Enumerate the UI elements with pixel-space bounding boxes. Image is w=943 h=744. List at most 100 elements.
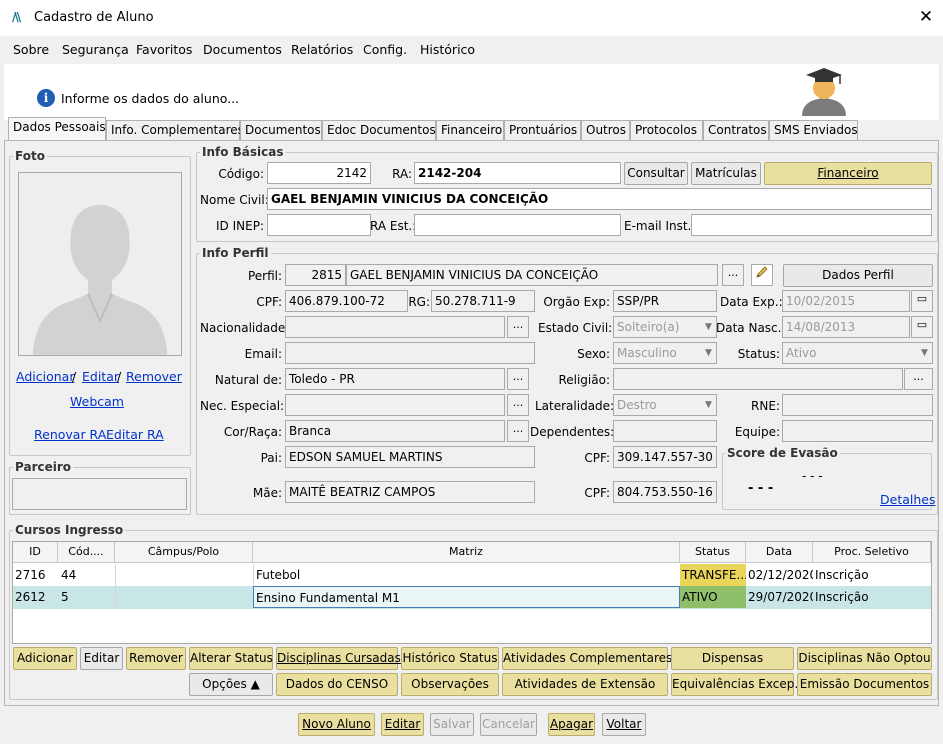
column-header[interactable]: Status (680, 542, 746, 563)
observacoes-button[interactable]: Observações (401, 673, 499, 696)
id-inep-field[interactable] (267, 214, 371, 236)
apagar-button[interactable]: Apagar (548, 713, 595, 736)
rg-label: RG: (408, 295, 430, 309)
pencil-icon[interactable] (751, 264, 773, 286)
tab-contratos[interactable]: Contratos (703, 120, 769, 140)
tab-info-complementares[interactable]: Info. Complementares (106, 120, 244, 140)
menu-favoritos[interactable]: Favoritos (136, 42, 192, 57)
nacionalidade-field[interactable] (285, 316, 505, 338)
alterar-status-button[interactable]: Alterar Status (189, 647, 273, 670)
equipe-field[interactable] (782, 420, 933, 442)
estado-civil-select[interactable]: Solteiro(a) (613, 316, 717, 338)
cpf-mae-field[interactable]: 804.753.550-16 (613, 481, 717, 503)
codigo-field[interactable]: 2142 (267, 162, 371, 184)
lateralidade-select[interactable]: Destro (613, 394, 717, 416)
calendar-icon[interactable]: ▭ (911, 290, 933, 312)
novo-aluno-button[interactable]: Novo Aluno (298, 713, 375, 736)
parceiro-field[interactable] (12, 478, 187, 510)
renovar-ra-link[interactable]: Renovar RA (34, 427, 106, 442)
editar-button[interactable]: Editar (80, 647, 123, 670)
column-header[interactable]: ID (13, 542, 58, 563)
pai-field[interactable]: EDSON SAMUEL MARTINS (285, 446, 535, 468)
orgao-exp-field[interactable]: SSP/PR (613, 290, 717, 312)
dependentes-field[interactable] (613, 420, 717, 442)
pai-label: Pai: (260, 451, 282, 465)
editar-ra-link[interactable]: Editar RA (106, 427, 164, 442)
cor-raca-search-button[interactable]: ... (507, 420, 529, 442)
emissao-documentos-button[interactable]: Emissão Documentos (797, 673, 932, 696)
cpf-pai-field[interactable]: 309.147.557-30 (613, 446, 717, 468)
column-header[interactable]: Câmpus/Polo (115, 542, 253, 563)
rne-field[interactable] (782, 394, 933, 416)
tab-prontuarios[interactable]: Prontuários (504, 120, 581, 140)
menu-relatorios[interactable]: Relatórios (291, 42, 353, 57)
data-exp-field[interactable]: 10/02/2015 (782, 290, 910, 312)
atividades-extensao-button[interactable]: Atividades de Extensão (502, 673, 668, 696)
editar-footer-button[interactable]: Editar (381, 713, 424, 736)
financeiro-button[interactable]: Financeiro (764, 162, 932, 185)
historico-status-button[interactable]: Histórico Status (401, 647, 499, 670)
nacionalidade-search-button[interactable]: ... (507, 316, 529, 338)
menu-historico[interactable]: Histórico (420, 42, 475, 57)
column-header[interactable]: Proc. Seletivo (813, 542, 931, 563)
column-header[interactable]: Matriz (253, 542, 680, 563)
email-inst-field[interactable] (691, 214, 932, 236)
nec-especial-field[interactable] (285, 394, 505, 416)
menu-seguranca[interactable]: Segurança (62, 42, 129, 57)
consultar-button[interactable]: Consultar (624, 162, 688, 185)
dispensas-button[interactable]: Dispensas (671, 647, 794, 670)
table-row[interactable]: 2716 44 Futebol TRANSFE... 02/12/2020 In… (13, 564, 931, 586)
foto-remover-link[interactable]: Remover (126, 369, 182, 384)
tab-protocolos[interactable]: Protocolos (630, 120, 703, 140)
nec-especial-search-button[interactable]: ... (507, 394, 529, 416)
natural-search-button[interactable]: ... (507, 368, 529, 390)
ra-field[interactable]: 2142-204 (414, 162, 621, 184)
dados-censo-button[interactable]: Dados do CENSO (276, 673, 398, 696)
column-header[interactable]: Cód.... (58, 542, 115, 563)
data-nasc-field[interactable]: 14/08/2013 (782, 316, 910, 338)
menu-config[interactable]: Config. (363, 42, 407, 57)
cor-raca-field[interactable]: Branca (285, 420, 505, 442)
salvar-button[interactable]: Salvar (430, 713, 474, 736)
natural-field[interactable]: Toledo - PR (285, 368, 505, 390)
perfil-search-button[interactable]: ... (722, 264, 744, 286)
nome-civil-field[interactable]: GAEL BENJAMIN VINICIUS DA CONCEIÇÃO (267, 188, 932, 210)
column-header[interactable]: Data (746, 542, 813, 563)
close-icon[interactable]: ✕ (916, 7, 936, 27)
opcoes-button[interactable]: Opções ▲ (189, 673, 273, 696)
atividades-complementares-button[interactable]: Atividades Complementares (502, 647, 672, 670)
ra-est-field[interactable] (414, 214, 621, 236)
remover-button[interactable]: Remover (126, 647, 186, 670)
rg-field[interactable]: 50.278.711-9 (431, 290, 535, 312)
table-row-selected[interactable]: 2612 5 Ensino Fundamental M1 ATIVO 29/07… (13, 586, 931, 609)
equivalencias-button[interactable]: Equivalências Excep. (671, 673, 798, 696)
voltar-button[interactable]: Voltar (602, 713, 646, 736)
tab-dados-pessoais[interactable]: Dados Pessoais (8, 117, 106, 141)
dados-perfil-button[interactable]: Dados Perfil (783, 264, 933, 287)
tab-sms-enviados[interactable]: SMS Enviados (769, 120, 858, 140)
menu-sobre[interactable]: Sobre (13, 42, 49, 57)
disciplinas-cursadas-button[interactable]: Disciplinas Cursadas (276, 647, 401, 670)
foto-editar-link[interactable]: Editar (82, 369, 119, 384)
cpf-field[interactable]: 406.879.100-72 (285, 290, 408, 312)
cpf-label: CPF: (256, 295, 282, 309)
disciplinas-nao-optou-button[interactable]: Disciplinas Não Optou (797, 647, 932, 670)
sexo-select[interactable]: Masculino (613, 342, 717, 364)
tab-outros[interactable]: Outros (581, 120, 630, 140)
matriculas-button[interactable]: Matrículas (691, 162, 761, 185)
calendar-icon[interactable]: ▭ (911, 316, 933, 338)
adicionar-button[interactable]: Adicionar (13, 647, 77, 670)
cancelar-button[interactable]: Cancelar (480, 713, 537, 736)
tab-documentos[interactable]: Documentos (240, 120, 322, 140)
tab-financeiro[interactable]: Financeiro (436, 120, 504, 140)
menu-documentos[interactable]: Documentos (203, 42, 282, 57)
webcam-link[interactable]: Webcam (70, 394, 124, 409)
religiao-field[interactable] (613, 368, 903, 390)
foto-adicionar-link[interactable]: Adicionar (16, 369, 74, 384)
tab-edoc-documentos[interactable]: Edoc Documentos (322, 120, 436, 140)
mae-field[interactable]: MAITÊ BEATRIZ CAMPOS (285, 481, 535, 503)
detalhes-link[interactable]: Detalhes (880, 492, 935, 507)
religiao-search-button[interactable]: ... (904, 368, 933, 390)
email-field[interactable] (285, 342, 535, 364)
status-select[interactable]: Ativo (782, 342, 933, 364)
